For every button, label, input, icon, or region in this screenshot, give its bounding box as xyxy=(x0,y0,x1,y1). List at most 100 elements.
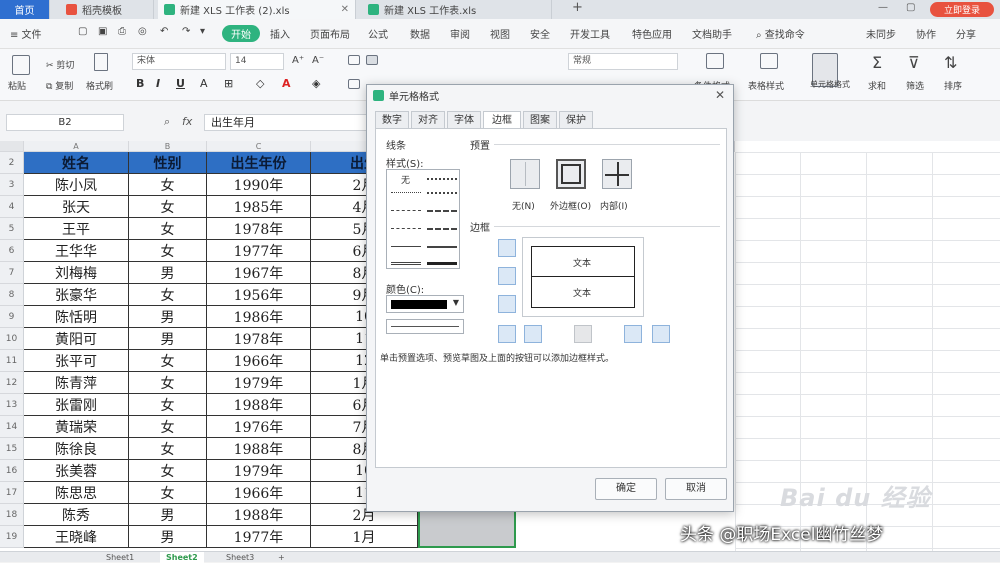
table-cell[interactable]: 1月 xyxy=(311,526,418,548)
table-cell[interactable]: 男 xyxy=(129,328,207,350)
tab-pattern[interactable]: 图案 xyxy=(523,111,557,128)
table-cell[interactable]: 陈思思 xyxy=(24,482,129,504)
table-cell[interactable]: 陈秀 xyxy=(24,504,129,526)
table-cell[interactable]: 1977年 xyxy=(207,526,311,548)
table-cell[interactable]: 1967年 xyxy=(207,262,311,284)
maximize-icon[interactable]: ▢ xyxy=(906,2,915,13)
minimize-icon[interactable]: — xyxy=(878,2,888,13)
sheet-tab-2[interactable]: Sheet2 xyxy=(160,552,204,563)
table-cell[interactable]: 1966年 xyxy=(207,350,311,372)
row-number[interactable]: 16 xyxy=(0,460,24,482)
font-size-select[interactable]: 14 xyxy=(230,53,284,70)
menu-features[interactable]: 特色应用 xyxy=(632,26,672,41)
table-cell[interactable]: 女 xyxy=(129,394,207,416)
cut-button[interactable]: ✂ 剪切 xyxy=(46,58,74,71)
sheet-tab-3[interactable]: Sheet3 xyxy=(220,552,260,563)
cancel-button[interactable]: 取消 xyxy=(665,478,727,500)
tab-workbook-2[interactable]: 新建 XLS 工作表 (2).xls ✕ xyxy=(158,0,356,19)
table-cell[interactable]: 女 xyxy=(129,284,207,306)
tab-font[interactable]: 字体 xyxy=(447,111,481,128)
table-cell[interactable]: 1978年 xyxy=(207,218,311,240)
formula-input[interactable]: 出生年月 xyxy=(204,114,367,131)
sheet-tab-1[interactable]: Sheet1 xyxy=(100,552,140,563)
table-cell[interactable]: 女 xyxy=(129,174,207,196)
table-cell[interactable]: 女 xyxy=(129,416,207,438)
table-cell[interactable]: 1988年 xyxy=(207,394,311,416)
menu-formula[interactable]: 公式 xyxy=(368,26,388,41)
cell-format-label[interactable]: 单元格格式 xyxy=(810,79,850,90)
open-icon[interactable]: ▣ xyxy=(98,26,107,37)
new-tab-button[interactable]: + xyxy=(572,0,583,15)
tab-protection[interactable]: 保护 xyxy=(559,111,593,128)
ok-button[interactable]: 确定 xyxy=(595,478,657,500)
redo-icon[interactable]: ↷ xyxy=(182,26,190,37)
format-painter-icon[interactable] xyxy=(94,53,108,71)
table-cell[interactable]: 1986年 xyxy=(207,306,311,328)
style-dashed[interactable] xyxy=(391,210,421,211)
table-cell[interactable]: 女 xyxy=(129,372,207,394)
paste-label[interactable]: 粘贴 xyxy=(8,79,26,92)
menu-insert[interactable]: 插入 xyxy=(270,26,290,41)
header-cell[interactable]: 姓名 xyxy=(24,152,129,174)
select-all-corner[interactable] xyxy=(0,141,24,152)
table-style-label[interactable]: 表格样式 xyxy=(748,79,784,92)
unsynced-button[interactable]: 未同步 xyxy=(866,26,896,41)
row-number[interactable]: 14 xyxy=(0,416,24,438)
filter-icon[interactable]: ⊽ xyxy=(908,53,920,72)
preset-none-button[interactable] xyxy=(510,159,540,189)
style-medium-dashed[interactable] xyxy=(427,210,457,212)
border-diagonal-up-button[interactable] xyxy=(498,325,516,343)
table-cell[interactable]: 女 xyxy=(129,438,207,460)
column-header-a[interactable]: A xyxy=(24,141,129,152)
table-style-icon[interactable] xyxy=(760,53,778,69)
row-number[interactable]: 9 xyxy=(0,306,24,328)
row-number[interactable]: 6 xyxy=(0,240,24,262)
font-family-select[interactable]: 宋体 xyxy=(132,53,226,70)
sum-icon[interactable]: Σ xyxy=(872,53,882,72)
row-number[interactable]: 7 xyxy=(0,262,24,284)
style-medium-dash-dot[interactable] xyxy=(427,192,457,194)
menu-page-layout[interactable]: 页面布局 xyxy=(310,26,350,41)
menu-doc-assistant[interactable]: 文档助手 xyxy=(692,26,732,41)
tab-border[interactable]: 边框 xyxy=(483,111,521,129)
table-cell[interactable]: 刘梅梅 xyxy=(24,262,129,284)
border-diagonal-down-button[interactable] xyxy=(652,325,670,343)
share-button[interactable]: 分享 xyxy=(956,26,976,41)
add-sheet-button[interactable]: + xyxy=(272,552,291,563)
style-thick[interactable] xyxy=(427,262,457,265)
menu-data[interactable]: 数据 xyxy=(410,26,430,41)
strikethrough-icon[interactable]: A xyxy=(200,77,208,90)
table-cell[interactable]: 1956年 xyxy=(207,284,311,306)
row-number[interactable]: 10 xyxy=(0,328,24,350)
style-dash-dot[interactable] xyxy=(391,228,421,229)
row-number[interactable]: 15 xyxy=(0,438,24,460)
table-cell[interactable]: 女 xyxy=(129,240,207,262)
table-cell[interactable]: 张平可 xyxy=(24,350,129,372)
login-button[interactable]: 立即登录 xyxy=(930,2,994,17)
border-icon[interactable]: ⊞ xyxy=(224,77,233,90)
align-left-icon[interactable] xyxy=(348,79,360,89)
table-cell[interactable]: 1966年 xyxy=(207,482,311,504)
search-command[interactable]: ⌕ 查找命令 xyxy=(756,26,805,41)
row-number[interactable]: 3 xyxy=(0,174,24,196)
name-box[interactable]: B2 xyxy=(6,114,124,131)
table-cell[interactable]: 1985年 xyxy=(207,196,311,218)
collaborate-button[interactable]: 协作 xyxy=(916,26,936,41)
style-thin[interactable] xyxy=(391,246,421,247)
save-icon[interactable]: ▢ xyxy=(78,26,87,37)
underline-button[interactable]: U xyxy=(176,77,185,90)
bold-button[interactable]: B xyxy=(136,77,144,90)
menu-security[interactable]: 安全 xyxy=(530,26,550,41)
menu-dev-tools[interactable]: 开发工具 xyxy=(570,26,610,41)
table-cell[interactable]: 1976年 xyxy=(207,416,311,438)
fill-color-icon[interactable]: ◇ xyxy=(256,77,264,90)
style-medium-dotted[interactable] xyxy=(427,178,457,180)
table-cell[interactable]: 1988年 xyxy=(207,438,311,460)
column-header-c[interactable]: C xyxy=(207,141,311,152)
border-bottom-button[interactable] xyxy=(498,295,516,313)
menu-review[interactable]: 审阅 xyxy=(450,26,470,41)
sum-label[interactable]: 求和 xyxy=(868,79,886,92)
style-slant-dash[interactable] xyxy=(427,228,457,230)
table-cell[interactable]: 陈徐良 xyxy=(24,438,129,460)
undo-icon[interactable]: ↶ xyxy=(160,26,168,37)
